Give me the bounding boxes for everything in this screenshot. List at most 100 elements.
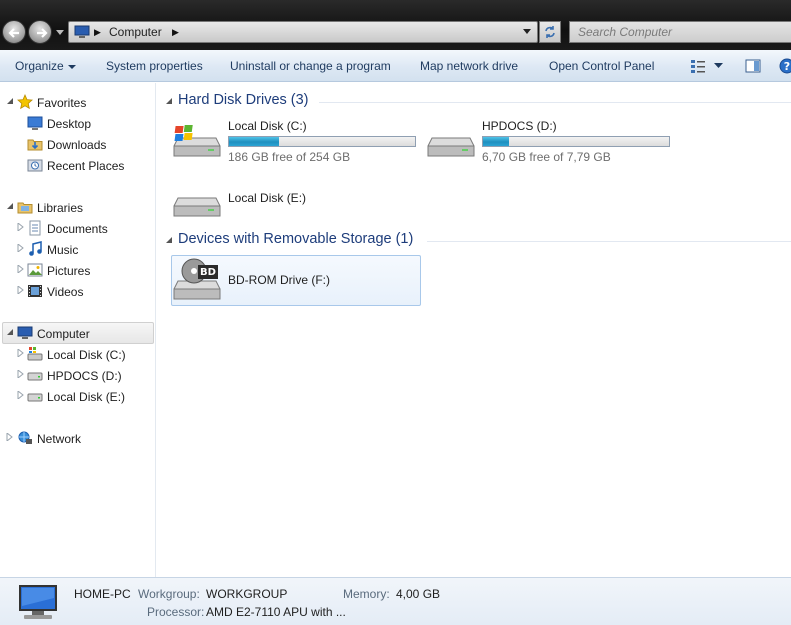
nav-item-label: Documents — [47, 222, 108, 236]
nav-item-label: Recent Places — [47, 159, 125, 173]
map-network-drive-button[interactable]: Map network drive — [420, 59, 518, 73]
group-header-hard-disks[interactable]: Hard Disk Drives (3) — [178, 92, 309, 108]
group-divider — [427, 241, 791, 242]
drive-usage-fill — [229, 137, 280, 146]
command-toolbar: Organize System properties Uninstall or … — [0, 50, 791, 82]
help-icon[interactable]: ? — [779, 58, 791, 74]
expand-arrow-icon[interactable] — [17, 265, 25, 273]
system-drive-icon — [173, 125, 221, 157]
drive-usage-fill — [483, 137, 510, 146]
nav-item-label: Pictures — [47, 264, 91, 278]
processor-value: AMD E2-7110 APU with ... — [206, 605, 346, 619]
nav-item-label: Local Disk (E:) — [47, 390, 126, 404]
search-input[interactable] — [570, 22, 791, 42]
nav-libraries-label: Libraries — [37, 201, 84, 215]
svg-text:?: ? — [784, 60, 790, 73]
refresh-button[interactable] — [539, 21, 561, 43]
collapse-arrow-icon[interactable] — [6, 328, 14, 336]
drive-bd-rom-f[interactable]: BD BD-ROM Drive (F:) — [172, 257, 420, 305]
breadcrumb-separator-icon[interactable]: ▶ — [94, 27, 101, 38]
nav-item-label: Videos — [47, 285, 84, 299]
hard-drive-icon — [427, 137, 475, 157]
chevron-down-icon — [67, 64, 76, 69]
desktop-icon — [27, 116, 43, 130]
address-field[interactable]: ▶ Computer ▶ — [68, 21, 538, 43]
collapse-arrow-icon[interactable] — [6, 97, 14, 105]
organize-label: Organize — [15, 59, 64, 73]
music-icon — [29, 241, 42, 256]
drive-local-disk-e[interactable]: Local Disk (E:) — [172, 188, 432, 228]
memory-value: 4,00 GB — [396, 587, 441, 601]
drive-name: Local Disk (C:) — [228, 119, 307, 133]
breadcrumb-computer[interactable]: Computer — [109, 25, 162, 39]
videos-icon — [28, 285, 42, 297]
drive-local-disk-c[interactable]: Local Disk (C:) 186 GB free of 254 GB — [172, 116, 432, 164]
drive-usage-bar — [228, 136, 416, 147]
workgroup-value: WORKGROUP — [206, 587, 288, 601]
nav-favorites-label: Favorites — [37, 96, 87, 110]
expand-arrow-icon[interactable] — [17, 391, 25, 399]
memory-label: Memory: — [343, 587, 390, 601]
nav-item-label: Desktop — [47, 117, 92, 131]
hard-drive-icon — [27, 372, 43, 381]
change-view-icon[interactable] — [690, 58, 706, 74]
uninstall-program-button[interactable]: Uninstall or change a program — [230, 59, 391, 73]
group-collapse-icon[interactable] — [165, 236, 173, 244]
computer-icon — [19, 585, 57, 619]
expand-arrow-icon[interactable] — [17, 244, 25, 252]
refresh-icon — [545, 26, 555, 38]
hard-drive-icon — [173, 197, 221, 217]
recent-pages-dropdown-icon[interactable] — [55, 27, 65, 37]
drive-free-space: 6,70 GB free of 7,79 GB — [482, 150, 611, 164]
group-collapse-icon[interactable] — [165, 97, 173, 105]
preview-pane-icon[interactable] — [745, 58, 761, 74]
nav-item-label: Local Disk (C:) — [47, 348, 126, 362]
processor-label: Processor: — [147, 605, 205, 619]
star-icon — [17, 94, 33, 110]
nav-item-label: Music — [47, 243, 79, 257]
nav-item-label: Downloads — [47, 138, 107, 152]
pictures-icon — [27, 263, 43, 277]
expand-arrow-icon[interactable] — [17, 370, 25, 378]
expand-arrow-icon[interactable] — [17, 223, 25, 231]
computer-icon — [17, 326, 33, 339]
system-properties-button[interactable]: System properties — [106, 59, 203, 73]
network-icon — [18, 431, 32, 444]
back-arrow-icon — [8, 28, 19, 38]
expand-arrow-icon[interactable] — [17, 349, 25, 357]
drive-hpdocs-d[interactable]: HPDOCS (D:) 6,70 GB free of 7,79 GB — [426, 116, 686, 164]
open-control-panel-button[interactable]: Open Control Panel — [549, 59, 654, 73]
drive-free-space: 186 GB free of 254 GB — [228, 150, 351, 164]
hard-drive-icon — [27, 393, 43, 402]
workgroup-label: Workgroup: — [138, 587, 200, 601]
group-divider — [319, 102, 791, 103]
drive-usage-bar — [482, 136, 670, 147]
address-dropdown-icon[interactable] — [522, 28, 532, 36]
content-pane: Hard Disk Drives (3) Local Disk (C:) 186… — [157, 83, 791, 577]
forward-arrow-icon — [37, 28, 48, 38]
libraries-icon — [17, 202, 33, 214]
bd-rom-drive-icon — [173, 258, 221, 300]
address-bar-region: ▶ Computer ▶ — [0, 0, 791, 50]
nav-network-label: Network — [37, 432, 82, 446]
nav-item-label: HPDOCS (D:) — [47, 369, 122, 383]
expand-arrow-icon[interactable] — [17, 286, 25, 294]
navigation-pane: Favorites Desktop Downloads Recent Place… — [0, 83, 156, 577]
documents-icon — [29, 220, 41, 236]
bd-badge: BD — [200, 267, 216, 278]
system-drive-icon — [27, 347, 43, 361]
downloads-folder-icon — [27, 139, 43, 151]
collapse-arrow-icon[interactable] — [6, 202, 14, 210]
drive-name: HPDOCS (D:) — [482, 119, 557, 133]
organize-button[interactable]: Organize — [15, 59, 76, 73]
recent-places-icon — [27, 159, 43, 172]
computer-icon — [74, 25, 90, 38]
search-box[interactable] — [569, 21, 791, 43]
forward-button[interactable] — [28, 20, 52, 44]
back-button[interactable] — [2, 20, 26, 44]
view-options-dropdown-icon[interactable] — [714, 63, 723, 69]
breadcrumb-separator-icon[interactable]: ▶ — [172, 27, 179, 38]
group-header-removable[interactable]: Devices with Removable Storage (1) — [178, 231, 413, 247]
drive-name: BD-ROM Drive (F:) — [228, 273, 330, 287]
expand-arrow-icon[interactable] — [6, 433, 14, 441]
